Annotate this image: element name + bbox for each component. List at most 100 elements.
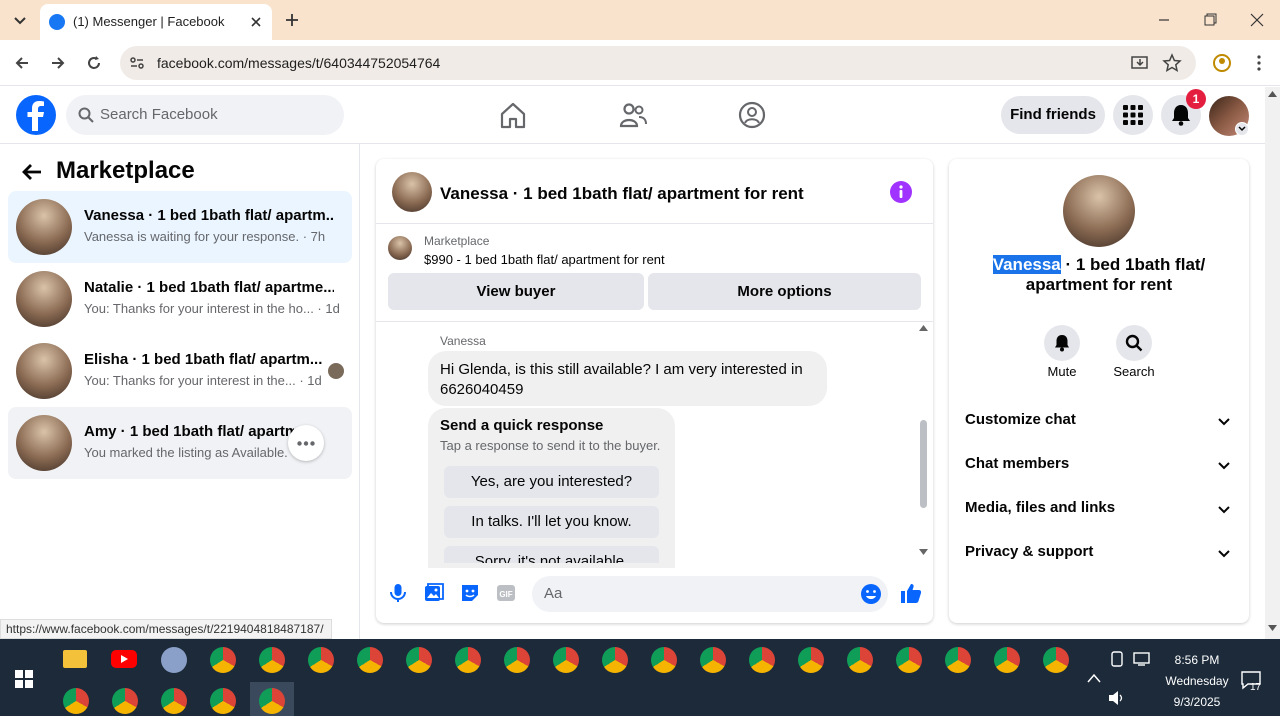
listing-price[interactable]: $990 - 1 bed 1bath flat/ apartment for r… bbox=[424, 252, 665, 267]
conversation-snippet: Vanessa is waiting for your response. · … bbox=[84, 229, 326, 244]
chrome-icon[interactable] bbox=[994, 647, 1020, 673]
friends-icon[interactable] bbox=[618, 100, 648, 130]
bookmark-star-icon[interactable] bbox=[1162, 53, 1182, 73]
menu-grid-button[interactable] bbox=[1113, 95, 1153, 135]
account-avatar[interactable] bbox=[1209, 96, 1249, 136]
thumbs-up-icon[interactable] bbox=[900, 582, 922, 604]
network-icon[interactable] bbox=[1133, 651, 1151, 667]
back-arrow-icon[interactable] bbox=[12, 53, 32, 73]
facebook-logo-icon[interactable] bbox=[16, 95, 56, 135]
home-icon[interactable] bbox=[498, 100, 528, 130]
back-arrow-icon[interactable] bbox=[20, 160, 44, 184]
chat-scroll-thumb[interactable] bbox=[920, 420, 927, 508]
listing-thumbnail bbox=[16, 415, 72, 471]
chrome-icon[interactable] bbox=[63, 688, 89, 714]
chrome-icon[interactable] bbox=[553, 647, 579, 673]
chrome-icon[interactable] bbox=[602, 647, 628, 673]
install-app-icon[interactable] bbox=[1130, 53, 1150, 73]
chrome-icon[interactable] bbox=[161, 688, 187, 714]
tab-search-chevron-icon[interactable] bbox=[10, 10, 30, 30]
more-options-button[interactable]: More options bbox=[648, 273, 921, 310]
chrome-icon[interactable] bbox=[259, 688, 285, 714]
photo-icon[interactable] bbox=[424, 583, 444, 603]
quick-response-button[interactable]: In talks. I'll let you know. bbox=[444, 506, 659, 538]
chrome-icon[interactable] bbox=[945, 647, 971, 673]
find-friends-button[interactable]: Find friends bbox=[1001, 96, 1105, 134]
volume-icon[interactable] bbox=[1108, 690, 1126, 706]
conversation-name: Amy · 1 bed 1bath flat/ apartm... bbox=[84, 423, 294, 440]
browser-tab[interactable]: (1) Messenger | Facebook bbox=[40, 4, 272, 40]
view-buyer-button[interactable]: View buyer bbox=[388, 273, 644, 310]
gif-icon[interactable]: GIF bbox=[496, 583, 516, 603]
media-files-links-row[interactable]: Media, files and links bbox=[965, 499, 1235, 523]
quick-response-button[interactable]: Yes, are you interested? bbox=[444, 466, 659, 498]
message-bubble[interactable]: Hi Glenda, is this still available? I am… bbox=[428, 351, 827, 406]
customize-chat-row[interactable]: Customize chat bbox=[965, 411, 1235, 435]
conversation-item[interactable]: Vanessa · 1 bed 1bath flat/ apartm... Va… bbox=[8, 191, 352, 263]
chrome-icon[interactable] bbox=[651, 647, 677, 673]
mute-button[interactable] bbox=[1044, 325, 1080, 361]
page-scrollbar[interactable] bbox=[1265, 87, 1280, 639]
conversation-snippet: You marked the listing as Available. · bbox=[84, 445, 296, 460]
listing-thumbnail bbox=[16, 199, 72, 255]
sticker-icon[interactable] bbox=[460, 583, 480, 603]
chrome-icon[interactable] bbox=[210, 647, 236, 673]
info-icon[interactable] bbox=[890, 181, 912, 203]
file-explorer-icon[interactable] bbox=[63, 650, 87, 668]
system-clock[interactable]: 8:56 PM Wednesday 9/3/2025 bbox=[1154, 650, 1240, 713]
minimize-icon[interactable] bbox=[1154, 10, 1174, 30]
chrome-icon[interactable] bbox=[308, 647, 334, 673]
divider bbox=[376, 321, 933, 322]
chrome-icon[interactable] bbox=[210, 688, 236, 714]
chrome-icon[interactable] bbox=[1043, 647, 1069, 673]
details-listing-avatar[interactable] bbox=[1063, 175, 1135, 247]
chat-title[interactable]: Vanessa · 1 bed 1bath flat/ apartment fo… bbox=[440, 184, 804, 204]
microphone-icon[interactable] bbox=[388, 583, 408, 603]
search-in-chat-button[interactable] bbox=[1116, 325, 1152, 361]
new-tab-plus-icon[interactable] bbox=[282, 10, 302, 30]
forward-arrow-icon[interactable] bbox=[48, 53, 68, 73]
profile-icon[interactable] bbox=[1212, 53, 1232, 73]
clock-day: Wednesday bbox=[1165, 674, 1229, 688]
chevron-down-icon bbox=[1218, 506, 1230, 514]
chevron-down-icon bbox=[1218, 462, 1230, 470]
close-window-icon[interactable] bbox=[1247, 10, 1267, 30]
groups-icon[interactable] bbox=[737, 100, 767, 130]
conversation-item[interactable]: Elisha · 1 bed 1bath flat/ apartm... You… bbox=[8, 335, 352, 407]
chat-listing-avatar[interactable] bbox=[392, 172, 432, 212]
emoji-icon[interactable] bbox=[860, 583, 882, 605]
chrome-icon[interactable] bbox=[847, 647, 873, 673]
device-icon[interactable] bbox=[1110, 651, 1124, 667]
chrome-icon[interactable] bbox=[798, 647, 824, 673]
chrome-icon[interactable] bbox=[749, 647, 775, 673]
chrome-icon[interactable] bbox=[700, 647, 726, 673]
conversation-item[interactable]: Amy · 1 bed 1bath flat/ apartm... You ma… bbox=[8, 407, 352, 479]
youtube-icon[interactable] bbox=[111, 650, 137, 668]
site-info-icon[interactable] bbox=[128, 54, 146, 72]
quick-response-button[interactable]: Sorry, it's not available. bbox=[444, 546, 659, 563]
reload-icon[interactable] bbox=[84, 53, 104, 73]
chrome-icon[interactable] bbox=[896, 647, 922, 673]
message-input[interactable]: Aa bbox=[532, 576, 888, 612]
chrome-icon[interactable] bbox=[504, 647, 530, 673]
windows-start-icon[interactable] bbox=[15, 670, 33, 688]
conversation-options-button[interactable] bbox=[288, 425, 324, 461]
chat-members-row[interactable]: Chat members bbox=[965, 455, 1235, 479]
chrome-icon[interactable] bbox=[112, 688, 138, 714]
privacy-support-row[interactable]: Privacy & support bbox=[965, 543, 1235, 567]
chevron-down-icon bbox=[1218, 418, 1230, 426]
facebook-favicon-icon bbox=[49, 14, 65, 30]
chrome-icon[interactable] bbox=[357, 647, 383, 673]
restore-icon[interactable] bbox=[1200, 10, 1220, 30]
app-icon[interactable] bbox=[161, 647, 187, 673]
conversation-item[interactable]: Natalie · 1 bed 1bath flat/ apartme... Y… bbox=[8, 263, 352, 335]
browser-menu-icon[interactable] bbox=[1249, 53, 1269, 73]
url-text[interactable]: facebook.com/messages/t/640344752054764 bbox=[157, 55, 440, 71]
chrome-icon[interactable] bbox=[406, 647, 432, 673]
tray-chevron-up-icon[interactable] bbox=[1086, 672, 1102, 684]
close-tab-icon[interactable] bbox=[246, 12, 266, 32]
search-facebook-input[interactable]: Search Facebook bbox=[66, 95, 344, 135]
chrome-icon[interactable] bbox=[259, 647, 285, 673]
account-chevron-icon[interactable] bbox=[1235, 122, 1249, 136]
chrome-icon[interactable] bbox=[455, 647, 481, 673]
